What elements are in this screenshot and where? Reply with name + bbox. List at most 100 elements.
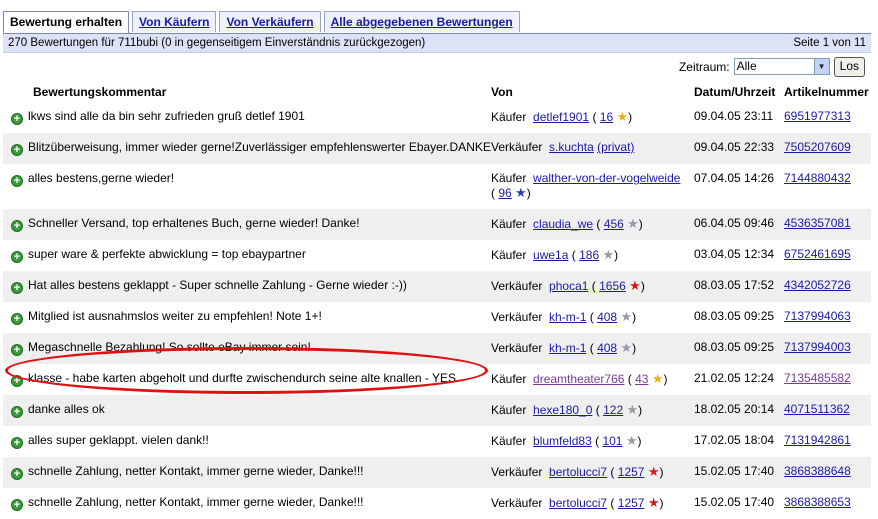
table-row: + lkws sind alle da bin sehr zufrieden gr…	[3, 102, 871, 133]
feedback-star-icon: ★	[620, 340, 633, 355]
user-link[interactable]: hexe180_0	[533, 403, 592, 417]
feedback-star-icon: ★	[647, 464, 660, 479]
go-button[interactable]: Los	[833, 56, 865, 77]
item-cell: 3868388653	[784, 488, 871, 519]
feedback-score-link[interactable]: 186	[579, 248, 599, 262]
score-close: )	[632, 310, 637, 324]
page-indicator: Seite 1 von 11	[793, 37, 866, 49]
user-link[interactable]: s.kuchta	[549, 140, 594, 154]
score-close: )	[526, 186, 531, 200]
user-link[interactable]: kh-m-1	[549, 341, 586, 355]
feedback-score-link[interactable]: 456	[604, 217, 624, 231]
item-number-link[interactable]: 7131942861	[784, 433, 851, 447]
feedback-score-link[interactable]: 408	[597, 310, 617, 324]
score-close: )	[640, 279, 645, 293]
item-cell: 7135485582	[784, 364, 871, 395]
feedback-score-link[interactable]: 122	[603, 403, 623, 417]
feedback-score-link[interactable]: 1656	[599, 279, 626, 293]
table-row: + super ware & perfekte abwicklung = top …	[3, 240, 871, 271]
positive-icon: +	[11, 375, 23, 387]
item-number-link[interactable]: 3868388653	[784, 495, 851, 509]
comment-text: danke alles ok	[28, 402, 105, 416]
comment-text: lkws sind alle da bin sehr zufrieden gru…	[28, 109, 305, 123]
user-link[interactable]: claudia_we	[533, 217, 593, 231]
period-select[interactable]: Alle ▼	[733, 58, 830, 75]
item-number-link[interactable]: 4342052726	[784, 278, 851, 292]
item-number-link[interactable]: 3868388648	[784, 464, 851, 478]
role-label: Käufer	[491, 110, 527, 124]
score-open: (	[592, 110, 597, 124]
user-link[interactable]: detlef1901	[533, 110, 589, 124]
table-row: + klasse - habe karten abgeholt und durft…	[3, 364, 871, 395]
item-cell: 7137994003	[784, 333, 871, 364]
user-link[interactable]: walther-von-der-vogelweide	[533, 171, 680, 185]
date-cell: 03.04.05 12:34	[694, 247, 775, 261]
date-cell: 07.04.05 14:26	[694, 171, 775, 185]
tab-bewertung-erhalten[interactable]: Bewertung erhalten	[3, 11, 130, 33]
from-cell: Käufer blumfeld83 ( 101 ★)	[491, 426, 694, 457]
comment-cell: + schnelle Zahlung, netter Kontakt, immer…	[3, 457, 491, 488]
role-label: Verkäufer	[491, 279, 543, 293]
positive-icon: +	[11, 251, 23, 263]
comment-cell: + alles bestens,gerne wieder!	[3, 164, 491, 209]
user-link[interactable]: bertolucci7	[549, 496, 607, 510]
item-number-link[interactable]: 4071511362	[784, 402, 850, 416]
item-cell: 7505207609	[784, 133, 871, 164]
user-link[interactable]: blumfeld83	[533, 434, 592, 448]
user-link[interactable]: phoca1	[549, 279, 588, 293]
feedback-score-link[interactable]: 16	[600, 110, 613, 124]
item-number-link[interactable]: 7505207609	[784, 140, 851, 154]
feedback-star-icon: ★	[629, 278, 641, 293]
user-link[interactable]: uwe1a	[533, 248, 568, 262]
user-link[interactable]: dreamtheater766	[533, 372, 624, 386]
feedback-score-link[interactable]: 1257	[618, 496, 645, 510]
item-cell: 6752461695	[784, 240, 871, 271]
score-open: (	[595, 434, 600, 448]
feedback-score-link[interactable]: 43	[635, 372, 648, 386]
comment-text: Hat alles bestens geklappt - Super schne…	[28, 278, 407, 292]
item-number-link[interactable]: 7137994003	[784, 340, 851, 354]
feedback-tabs: Bewertung erhalten Von Käufern Von Verkä…	[3, 11, 520, 33]
period-select-value: Alle	[736, 59, 757, 73]
feedback-star-icon: ★	[625, 433, 638, 448]
chevron-down-icon[interactable]: ▼	[813, 59, 829, 74]
from-cell: Käufer dreamtheater766 ( 43 ★)	[491, 364, 694, 395]
positive-icon: +	[11, 282, 23, 294]
private-link[interactable]: (privat)	[597, 140, 634, 154]
item-cell: 7144880432	[784, 164, 871, 209]
user-link[interactable]: kh-m-1	[549, 310, 586, 324]
col-header-comment: Bewertungskommentar	[33, 85, 167, 99]
feedback-score-link[interactable]: 408	[597, 341, 617, 355]
role-label: Käufer	[491, 171, 527, 185]
item-number-link[interactable]: 7137994063	[784, 309, 851, 323]
comment-cell: + klasse - habe karten abgeholt und durft…	[3, 364, 491, 395]
item-cell: 7137994063	[784, 302, 871, 333]
item-number-link[interactable]: 6752461695	[784, 247, 851, 261]
item-number-link[interactable]: 6951977313	[784, 109, 851, 123]
comment-cell: + super ware & perfekte abwicklung = top …	[3, 240, 491, 271]
role-label: Verkäufer	[491, 140, 543, 154]
item-number-link[interactable]: 7135485582	[784, 371, 851, 385]
date-cell: 08.03.05 09:25	[694, 309, 775, 323]
role-label: Käufer	[491, 434, 527, 448]
feedback-rows: + lkws sind alle da bin sehr zufrieden gr…	[3, 102, 871, 519]
comment-cell: + Megaschnelle Bezahlung! So sollte eBay …	[3, 333, 491, 364]
score-close: )	[638, 403, 643, 417]
item-number-link[interactable]: 4536357081	[784, 216, 851, 230]
role-label: Verkäufer	[491, 310, 543, 324]
tab-von-verkaeufern[interactable]: Von Verkäufern	[219, 11, 321, 32]
comment-cell: + schnelle Zahlung, netter Kontakt, immer…	[3, 488, 491, 519]
item-number-link[interactable]: 7144880432	[784, 171, 851, 185]
item-cell: 7131942861	[784, 426, 871, 457]
feedback-star-icon: ★	[620, 309, 633, 324]
tab-alle-abgegebenen[interactable]: Alle abgegebenen Bewertungen	[323, 11, 520, 32]
feedback-score-link[interactable]: 96	[498, 186, 511, 200]
from-cell: Käufer walther-von-der-vogelweide ( 96 ★)	[491, 164, 694, 209]
feedback-score-link[interactable]: 101	[602, 434, 622, 448]
score-close: )	[663, 372, 668, 386]
comment-text: schnelle Zahlung, netter Kontakt, immer …	[28, 495, 364, 509]
tab-von-kaeufern[interactable]: Von Käufern	[132, 11, 217, 32]
user-link[interactable]: bertolucci7	[549, 465, 607, 479]
from-cell: Verkäufer kh-m-1 ( 408 ★)	[491, 302, 694, 333]
feedback-score-link[interactable]: 1257	[618, 465, 645, 479]
